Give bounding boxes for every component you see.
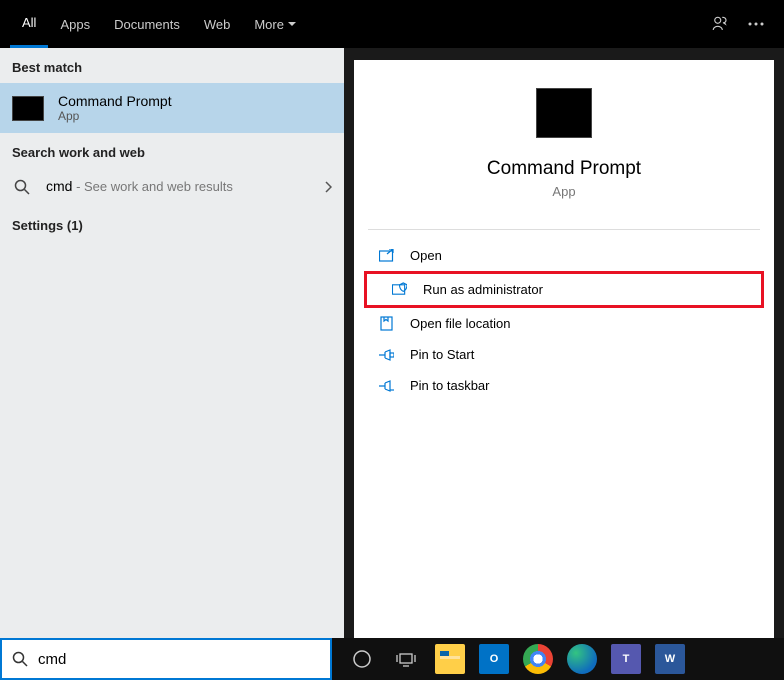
best-match-result[interactable]: Command Prompt App [0,83,344,133]
search-icon [12,651,28,667]
search-web-label: Search work and web [0,133,344,168]
preview-type: App [552,184,575,199]
best-match-type: App [58,109,172,123]
action-pin-start[interactable]: Pin to Start [354,339,774,370]
taskbar-app-word[interactable]: W [648,638,692,680]
taskbar-app-explorer[interactable] [428,638,472,680]
taskview-icon[interactable] [384,638,428,680]
taskbar-app-chrome[interactable] [516,638,560,680]
divider [368,229,760,230]
web-result-text: cmd - See work and web results [46,178,233,196]
search-icon [12,179,32,195]
tab-web[interactable]: Web [192,0,243,48]
action-run-admin[interactable]: Run as administrator [367,274,761,305]
action-pin-taskbar[interactable]: Pin to taskbar [354,370,774,401]
preview-panel: Command Prompt App Open Run as administr… [354,60,774,638]
more-options-icon[interactable] [738,0,774,48]
highlight-box: Run as administrator [364,271,764,308]
preview-title: Command Prompt [487,158,641,180]
taskbar-app-outlook[interactable]: O [472,638,516,680]
folder-icon [378,316,394,331]
search-tab-bar: All Apps Documents Web More [0,0,784,48]
taskbar-app-edge[interactable] [560,638,604,680]
results-panel: Best match Command Prompt App Search wor… [0,48,344,638]
pin-start-icon [378,348,394,361]
action-run-admin-label: Run as administrator [423,282,543,297]
taskbar: O T W [0,638,784,680]
action-pin-taskbar-label: Pin to taskbar [410,378,490,393]
best-match-label: Best match [0,48,344,83]
tab-more-label: More [254,17,284,32]
tab-all[interactable]: All [10,0,48,48]
web-hint: - See work and web results [72,179,232,194]
taskbar-app-teams[interactable]: T [604,638,648,680]
best-match-name: Command Prompt [58,93,172,109]
action-open-location-label: Open file location [410,316,510,331]
cmd-thumbnail-icon [12,96,44,121]
cortana-icon[interactable] [340,638,384,680]
web-result[interactable]: cmd - See work and web results [0,168,344,206]
tab-more[interactable]: More [242,0,308,48]
action-open[interactable]: Open [354,240,774,271]
shield-icon [391,282,407,297]
chevron-down-icon [288,22,296,27]
chevron-right-icon [324,181,332,193]
tab-apps[interactable]: Apps [48,0,102,48]
tab-documents[interactable]: Documents [102,0,192,48]
web-term: cmd [46,178,72,194]
preview-app-icon [536,88,592,138]
best-match-text: Command Prompt App [58,93,172,123]
feedback-icon[interactable] [702,0,738,48]
settings-group[interactable]: Settings (1) [0,206,344,245]
pin-taskbar-icon [378,379,394,392]
action-open-location[interactable]: Open file location [354,308,774,339]
search-box[interactable] [0,638,332,680]
open-icon [378,249,394,262]
action-open-label: Open [410,248,442,263]
search-input[interactable] [38,651,320,668]
action-pin-start-label: Pin to Start [410,347,474,362]
